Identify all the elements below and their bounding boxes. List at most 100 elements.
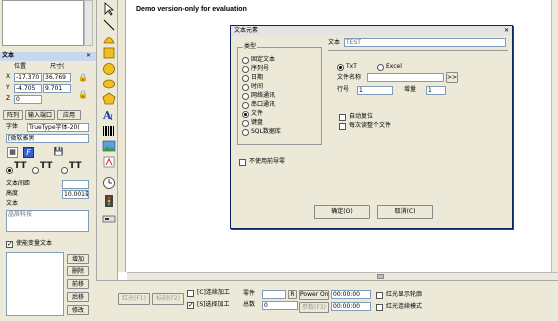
- read-whole-checkbox[interactable]: [339, 123, 346, 130]
- tab-input[interactable]: 输入端口: [25, 110, 55, 120]
- file-name-field[interactable]: [367, 73, 444, 82]
- dialog-text-field[interactable]: TEST: [344, 38, 506, 47]
- text-label: 文本: [6, 200, 19, 207]
- file-type-txt-radio[interactable]: [337, 64, 344, 71]
- type-radio-serial[interactable]: [242, 66, 249, 73]
- preview-scrollbar[interactable]: [84, 0, 93, 46]
- increment-field[interactable]: 1: [426, 86, 446, 95]
- type-label-file: 文件: [251, 110, 264, 117]
- line-tool-icon[interactable]: [102, 18, 116, 32]
- tab-array[interactable]: 阵列: [3, 110, 23, 120]
- width-field[interactable]: 36.769: [43, 73, 71, 82]
- select-tool-icon[interactable]: [102, 2, 116, 16]
- modify-button[interactable]: 修改: [67, 305, 89, 315]
- height-field[interactable]: 9.701: [43, 84, 71, 93]
- time-field-1: 00:00:00: [331, 290, 371, 299]
- row-field[interactable]: 1: [357, 86, 393, 95]
- type-radio-fixed[interactable]: [242, 57, 249, 64]
- auto-reset-checkbox[interactable]: [339, 114, 346, 121]
- x-field[interactable]: -17.370: [14, 73, 42, 82]
- type-radio-sql[interactable]: [242, 129, 249, 136]
- canvas-horizontal-scrollbar[interactable]: [127, 272, 558, 280]
- mark-button[interactable]: 标刻(F2): [152, 293, 184, 305]
- no-leading-zero-checkbox[interactable]: [239, 159, 246, 166]
- font-style-icon[interactable]: ▦: [7, 147, 18, 158]
- svg-text:I: I: [110, 114, 113, 122]
- type-label-sql: SQL数据库: [251, 128, 281, 135]
- save-icon[interactable]: 💾: [53, 147, 64, 158]
- type-label-date: 日期: [251, 74, 264, 81]
- total-field[interactable]: 0: [262, 301, 298, 310]
- z-field[interactable]: 0: [14, 95, 42, 104]
- file-name-label: 文件名称: [337, 74, 362, 81]
- var-text-checkbox[interactable]: [6, 240, 13, 249]
- tab-apply[interactable]: 应用: [57, 110, 81, 120]
- spacing-field[interactable]: [62, 180, 89, 189]
- type-radio-keyboard[interactable]: [242, 120, 249, 127]
- red-outline-checkbox[interactable]: [376, 292, 383, 299]
- cancel-button[interactable]: 取消(C): [377, 205, 433, 219]
- read-whole-label: 每次读整个文件: [349, 122, 392, 129]
- lock-icon[interactable]: 🔒: [78, 74, 88, 82]
- font-select[interactable]: TrueType字体-20(: [27, 123, 89, 132]
- circle-tool-icon[interactable]: [102, 62, 116, 76]
- continuous-label: [C]连续加工: [197, 289, 230, 296]
- type-radio-network[interactable]: [242, 93, 249, 100]
- total-label: 总数: [243, 301, 256, 308]
- canvas-vertical-scrollbar[interactable]: [551, 0, 558, 272]
- red-light-button[interactable]: 红光(F1): [118, 293, 150, 305]
- dialog-title-bar: [231, 26, 512, 36]
- delete-button[interactable]: 删除: [67, 266, 89, 276]
- ok-button[interactable]: 确定(O): [314, 205, 370, 219]
- polygon-tool-icon[interactable]: [102, 92, 116, 106]
- part-field[interactable]: [262, 290, 286, 299]
- y-field[interactable]: -4.705: [14, 84, 42, 93]
- horizontal-scroll-thumb[interactable]: [377, 274, 384, 279]
- align-radio-1[interactable]: [6, 167, 13, 174]
- type-label-fixed: 固定文本: [251, 56, 276, 63]
- align-icon-3: TT: [69, 161, 82, 171]
- move-forward-button[interactable]: 前移: [67, 279, 89, 289]
- red-continuous-checkbox[interactable]: [376, 304, 383, 311]
- timer-tool-icon[interactable]: [102, 176, 116, 190]
- type-label-serial-port: 串口通讯: [251, 101, 276, 108]
- var-text-label: 使能变量文本: [16, 240, 53, 247]
- type-radio-date[interactable]: [242, 75, 249, 82]
- curve-tool-icon[interactable]: [102, 32, 116, 46]
- size-label: 尺寸(: [50, 63, 65, 70]
- move-back-button[interactable]: 后移: [67, 292, 89, 302]
- text-tool-icon[interactable]: AI: [102, 108, 116, 122]
- continuous-checkbox[interactable]: [187, 290, 194, 297]
- close-icon[interactable]: ✕: [86, 52, 91, 60]
- dialog-text-label: 文本: [328, 39, 341, 46]
- vector-file-tool-icon[interactable]: [102, 155, 116, 169]
- part-label: 零件: [243, 290, 256, 297]
- align-radio-3[interactable]: [61, 167, 68, 174]
- reset-button[interactable]: R: [288, 290, 297, 299]
- dialog-close-icon[interactable]: ✕: [504, 27, 509, 35]
- ellipse-tool-icon[interactable]: [102, 77, 116, 91]
- type-radio-file[interactable]: [242, 111, 249, 118]
- no-leading-zero-label: 不使用前导零: [249, 158, 286, 165]
- type-radio-time[interactable]: [242, 84, 249, 91]
- param-button[interactable]: 参数(F3): [299, 302, 329, 313]
- font-italic-icon[interactable]: F: [23, 147, 34, 158]
- output-port-tool-icon[interactable]: [102, 212, 116, 226]
- browse-button[interactable]: >>: [446, 72, 458, 83]
- lock-icon-2[interactable]: 🔒: [78, 91, 88, 99]
- var-text-list[interactable]: [6, 252, 64, 316]
- font-name-select[interactable]: [微软雅黑: [6, 134, 89, 143]
- select-process-checkbox[interactable]: [187, 301, 194, 310]
- image-tool-icon[interactable]: [102, 139, 116, 153]
- barcode-tool-icon[interactable]: [102, 124, 116, 138]
- align-radio-2[interactable]: [32, 167, 39, 174]
- rectangle-tool-icon[interactable]: [102, 46, 116, 60]
- type-radio-serial-port[interactable]: [242, 102, 249, 109]
- z-label: Z: [6, 95, 11, 102]
- font-label: 字体: [6, 123, 19, 130]
- add-button[interactable]: 增加: [67, 254, 89, 264]
- text-height-field[interactable]: 10.001毫: [62, 190, 89, 199]
- text-content-field[interactable]: 晶辰科技: [6, 210, 89, 232]
- file-type-excel-radio[interactable]: [377, 64, 384, 71]
- input-port-tool-icon[interactable]: [102, 194, 116, 208]
